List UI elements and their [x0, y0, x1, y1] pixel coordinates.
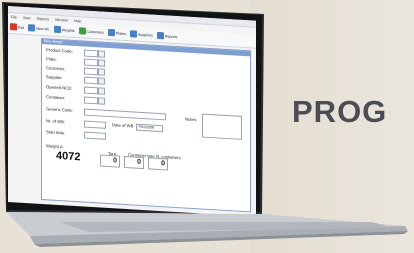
- laptop-base: [6, 212, 408, 247]
